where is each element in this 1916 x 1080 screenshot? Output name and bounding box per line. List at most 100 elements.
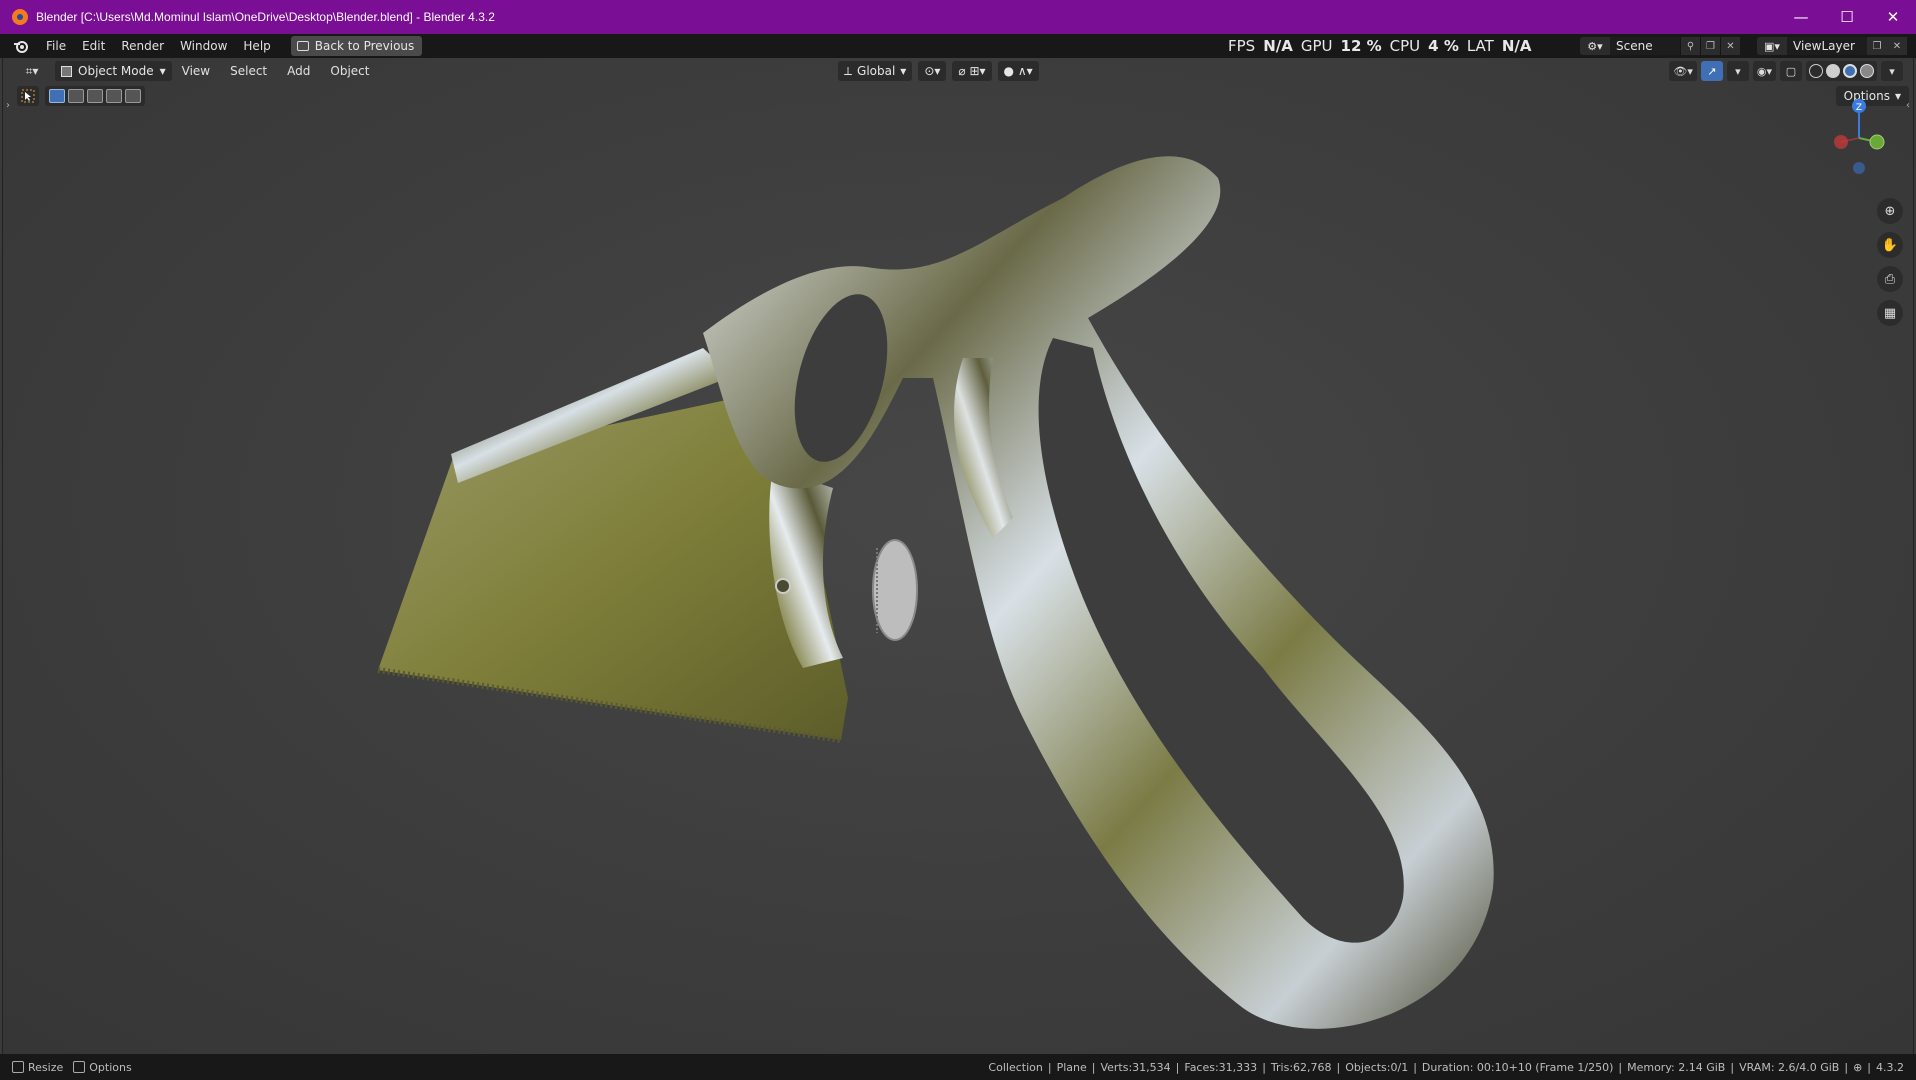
minimize-button[interactable]: —	[1778, 0, 1824, 34]
gizmo-toggle[interactable]: ↗	[1700, 61, 1723, 81]
delete-view-layer-icon[interactable]: ✕	[1887, 37, 1907, 55]
menu-window[interactable]: Window	[172, 34, 235, 58]
x-axis-icon[interactable]	[1834, 135, 1848, 149]
stat-duration: Duration: 00:10+10 (Frame 1/250)	[1421, 1060, 1614, 1074]
delete-scene-icon[interactable]: ✕	[1720, 37, 1740, 55]
proportional-editing-icon: ● ∧▾	[1003, 64, 1033, 78]
shading-dropdown[interactable]: ▾	[1881, 61, 1903, 81]
hacksaw-model[interactable]	[3, 58, 1914, 1054]
blender-logo-icon[interactable]	[12, 37, 30, 55]
snap-toggle[interactable]: ⌀ ⊞▾	[952, 61, 992, 81]
toolbar-expand-icon[interactable]: ›	[6, 100, 10, 111]
menu-render[interactable]: Render	[113, 34, 172, 58]
window-titlebar: Blender [C:\Users\Md.Mominul Islam\OneDr…	[0, 0, 1916, 34]
stat-faces: Faces:31,333	[1184, 1060, 1258, 1074]
proportional-editing-toggle[interactable]: ● ∧▾	[997, 61, 1039, 81]
close-button[interactable]: ✕	[1870, 0, 1916, 34]
stat-vram: VRAM: 2.6/4.0 GiB	[1739, 1060, 1840, 1074]
menu-select[interactable]: Select	[220, 58, 277, 84]
mouse-icon	[12, 1061, 24, 1073]
select-subtract-icon[interactable]	[87, 89, 103, 103]
select-intersect-icon[interactable]	[125, 89, 141, 103]
grid-perspective-icon[interactable]: ▦	[1877, 300, 1903, 326]
orientation-icon: ⟂	[844, 63, 853, 78]
back-to-previous-label: Back to Previous	[314, 39, 415, 53]
orientation-dropdown[interactable]: ⟂ Global ▾	[838, 61, 913, 81]
shading-modes	[1806, 61, 1877, 81]
pan-hand-icon[interactable]: ✋	[1877, 232, 1903, 258]
back-to-previous-button[interactable]: Back to Previous	[290, 36, 423, 56]
lat-label: LAT	[1466, 37, 1494, 55]
snap-icon: ⌀ ⊞▾	[958, 64, 986, 78]
overlays-toggle[interactable]: ◉▾	[1752, 61, 1776, 81]
top-bar: File Edit Render Window Help Back to Pre…	[0, 34, 1916, 58]
transform-tools: ⟂ Global ▾ ⊙▾ ⌀ ⊞▾ ● ∧▾	[838, 61, 1039, 81]
window-title: Blender [C:\Users\Md.Mominul Islam\OneDr…	[36, 10, 495, 24]
blender-app-icon	[12, 9, 28, 25]
scene-selector[interactable]: ⚙▾ Scene ⚲ ❐ ✕	[1580, 37, 1740, 55]
wireframe-shading-icon[interactable]	[1809, 64, 1823, 78]
new-scene-icon[interactable]: ❐	[1700, 37, 1720, 55]
performance-overlay: FPS N/A GPU 12 % CPU 4 % LAT N/A	[1228, 34, 1531, 58]
solid-shading-icon[interactable]	[1826, 64, 1840, 78]
rendered-shading-icon[interactable]	[1860, 64, 1874, 78]
menu-object[interactable]: Object	[320, 58, 379, 84]
gizmo-dropdown[interactable]: ▾	[1726, 61, 1749, 81]
stat-version: 4.3.2	[1876, 1060, 1904, 1074]
scene-statistics: Collection | Plane | Verts:31,534 | Faces:3…	[988, 1060, 1904, 1074]
stat-objects: Objects:0/1	[1345, 1060, 1409, 1074]
navigation-buttons: ⊕ ✋ ⎙ ▦	[1877, 198, 1903, 326]
lat-value: N/A	[1501, 37, 1532, 55]
new-view-layer-icon[interactable]: ❐	[1867, 37, 1887, 55]
select-tool-icon[interactable]	[17, 86, 39, 106]
stat-tris: Tris:62,768	[1270, 1060, 1332, 1074]
object-mode-icon	[61, 65, 72, 77]
menu-edit[interactable]: Edit	[74, 34, 113, 58]
pin-icon[interactable]: ⚲	[1680, 37, 1700, 55]
pivot-dropdown[interactable]: ⊙▾	[918, 61, 947, 81]
menu-view[interactable]: View	[172, 58, 220, 84]
network-icon: ⊕	[1853, 1060, 1863, 1074]
menu-help[interactable]: Help	[235, 34, 278, 58]
navigation-gizmo[interactable]: Z	[1819, 96, 1899, 176]
y-axis-icon[interactable]	[1869, 134, 1885, 150]
pivot-icon: ⊙▾	[924, 64, 941, 78]
selection-mode-group	[45, 86, 145, 106]
xray-toggle[interactable]: ▢	[1780, 61, 1802, 81]
gpu-label: GPU	[1300, 37, 1333, 55]
chevron-down-icon: ▾	[159, 64, 166, 78]
fps-label: FPS	[1228, 37, 1256, 55]
view-layer-selector[interactable]: ▣▾ ViewLayer ❐ ✕	[1757, 37, 1907, 55]
object-mode-dropdown[interactable]: Object Mode ▾	[55, 61, 172, 81]
visibility-dropdown[interactable]: 👁▾	[1669, 61, 1697, 81]
status-options-label: Options	[89, 1060, 132, 1074]
status-bar: Resize Options Collection | Plane | Verts:…	[0, 1054, 1916, 1080]
zoom-icon[interactable]: ⊕	[1877, 198, 1903, 224]
fps-value: N/A	[1263, 37, 1293, 55]
scene-icon[interactable]: ⚙▾	[1580, 37, 1610, 55]
select-new-icon[interactable]	[49, 89, 65, 103]
select-extend-icon[interactable]	[68, 89, 84, 103]
status-resize-label: Resize	[28, 1060, 64, 1074]
scene-name-field[interactable]: Scene	[1610, 37, 1680, 55]
3d-viewport[interactable]: ⌗▾ Object Mode ▾ View Select Add Object …	[2, 58, 1914, 1054]
view-layer-name-field[interactable]: ViewLayer	[1787, 37, 1867, 55]
material-preview-shading-icon[interactable]	[1843, 64, 1857, 78]
select-invert-icon[interactable]	[106, 89, 122, 103]
stat-memory: Memory: 2.14 GiB	[1627, 1060, 1726, 1074]
camera-icon[interactable]: ⎙	[1877, 266, 1903, 292]
maximize-button[interactable]: ☐	[1824, 0, 1870, 34]
tool-settings-row	[17, 86, 145, 106]
sidebar-expand-icon[interactable]: ‹	[1906, 100, 1910, 111]
stat-verts: Verts:31,534	[1100, 1060, 1171, 1074]
editor-type-selector[interactable]: ⌗▾	[17, 61, 47, 81]
gpu-value: 12 %	[1340, 37, 1382, 55]
mouse-right-icon	[73, 1061, 86, 1073]
menu-file[interactable]: File	[38, 34, 74, 58]
menu-add[interactable]: Add	[277, 58, 320, 84]
viewport-header: ⌗▾ Object Mode ▾ View Select Add Object …	[3, 58, 1913, 84]
view-layer-icon[interactable]: ▣▾	[1757, 37, 1787, 55]
cpu-value: 4 %	[1428, 37, 1459, 55]
negative-z-axis-icon[interactable]	[1853, 162, 1865, 174]
chevron-down-icon: ▾	[900, 64, 907, 78]
